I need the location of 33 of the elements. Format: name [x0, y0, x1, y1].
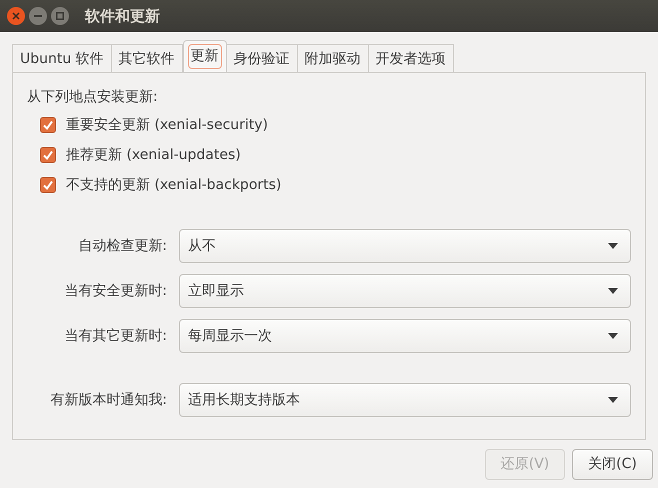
tab[interactable]: 其它软件	[112, 44, 183, 72]
section-heading: 从下列地点安装更新:	[27, 88, 159, 107]
maximize-button[interactable]	[51, 7, 69, 25]
dropdown[interactable]: 从不	[179, 229, 631, 263]
dropdown-arrow-icon	[608, 333, 618, 339]
tab[interactable]: Ubuntu 软件	[12, 44, 112, 72]
checkbox-label: 重要安全更新 (xenial-security)	[66, 116, 268, 134]
tab[interactable]: 身份验证	[226, 44, 298, 72]
checkbox[interactable]	[40, 177, 56, 193]
field-label: 当有其它更新时:	[63, 326, 168, 346]
dropdown[interactable]: 适用长期支持版本	[179, 383, 631, 417]
checkbox[interactable]	[40, 117, 56, 133]
dropdown[interactable]: 立即显示	[179, 274, 631, 308]
dropdown[interactable]: 每周显示一次	[179, 319, 631, 353]
close-dialog-button[interactable]: 关闭(C)	[572, 449, 653, 480]
checkbox-label: 推荐更新 (xenial-updates)	[66, 146, 241, 164]
tab[interactable]: 更新	[182, 40, 227, 72]
dropdown-arrow-icon	[608, 243, 618, 249]
maximize-icon	[56, 12, 64, 20]
close-button[interactable]	[7, 7, 25, 25]
minimize-button[interactable]	[29, 7, 47, 25]
dropdown-arrow-icon	[608, 397, 618, 403]
field-label: 有新版本时通知我:	[49, 390, 168, 410]
tab[interactable]: 开发者选项	[368, 44, 454, 72]
field-label: 当有安全更新时:	[63, 282, 168, 300]
close-icon	[12, 12, 20, 20]
checkbox[interactable]	[40, 147, 56, 163]
checkbox-label: 不支持的更新 (xenial-backports)	[66, 176, 282, 194]
dropdown-arrow-icon	[608, 288, 618, 294]
minimize-icon	[34, 15, 42, 17]
window-title: 软件和更新	[85, 6, 160, 27]
field-label: 自动检查更新:	[77, 236, 168, 256]
tab[interactable]: 附加驱动	[298, 44, 369, 72]
